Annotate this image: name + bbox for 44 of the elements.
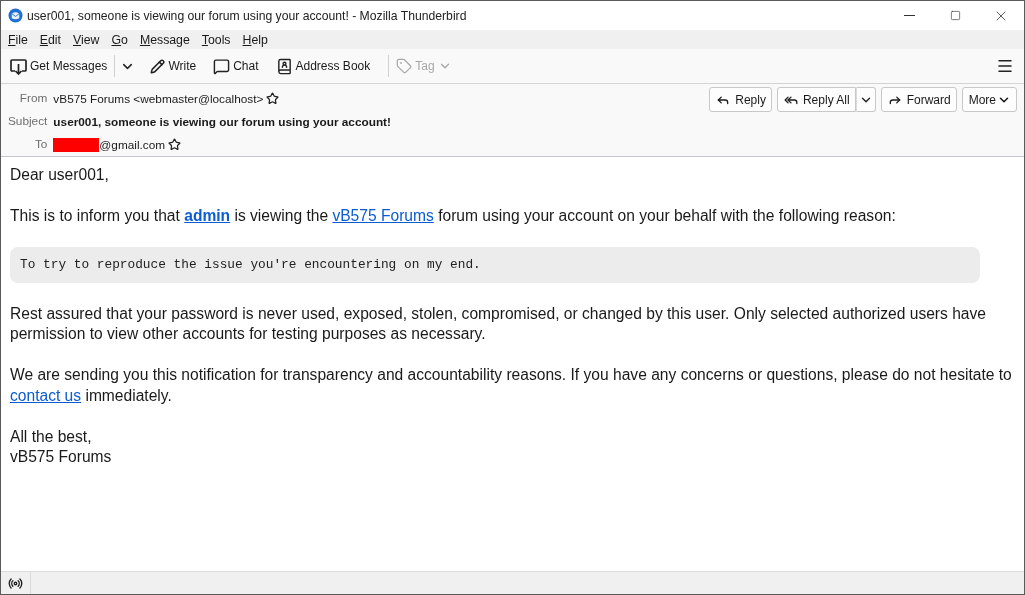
toolbar-button[interactable]: Address Book xyxy=(272,53,374,79)
menu-item[interactable]: Help xyxy=(242,32,268,47)
star-icon[interactable] xyxy=(168,138,182,151)
subject-text: user001, someone is viewing our forum using your account! xyxy=(53,114,391,129)
menu-item[interactable]: Message xyxy=(139,32,190,47)
menu-icon xyxy=(996,57,1014,75)
maximize-icon xyxy=(949,10,961,21)
dropdown-button[interactable] xyxy=(855,87,876,112)
toolbar-button[interactable]: Write xyxy=(147,53,200,79)
header-button[interactable]: Forward xyxy=(880,87,957,112)
link[interactable]: contact us xyxy=(10,386,82,404)
toolbar-button[interactable]: Get Messages xyxy=(7,53,111,79)
quoted-reason: To try to reproduce the issue you're encountering on my end. xyxy=(10,247,980,283)
download-icon xyxy=(10,57,27,75)
body-paragraph: Rest assured that your password is never used, exposed, stolen, compromised, or changed by this user. Only selected authorized users have permission to view other accounts for testing purposes as necessary. xyxy=(10,303,987,344)
body-paragraph: Dear user001, xyxy=(10,165,110,185)
menu-item[interactable]: View xyxy=(73,32,100,47)
field-label: To xyxy=(33,136,48,153)
header-button[interactable]: More xyxy=(961,87,1017,112)
address-text: vB575 Forums <webmaster@localhost> xyxy=(53,91,264,106)
tag-icon xyxy=(396,58,413,74)
link[interactable]: admin xyxy=(184,207,231,224)
menu-item[interactable]: Edit xyxy=(39,32,62,47)
pencil-icon xyxy=(150,58,166,74)
closing-text: All the best, xyxy=(10,426,93,447)
signature-name: vB575 Forums xyxy=(10,447,113,467)
toolbar-button[interactable]: Chat xyxy=(210,53,262,79)
window-title: user001, someone is viewing our forum using your account! - Mozilla Thunderbird xyxy=(27,8,468,23)
menu-item[interactable]: File xyxy=(8,32,28,47)
address-book-icon xyxy=(275,57,293,75)
field-label: From xyxy=(18,90,48,107)
link[interactable]: vB575 Forums xyxy=(332,207,434,224)
menu-item[interactable]: Tools xyxy=(201,32,231,47)
star-icon[interactable] xyxy=(266,92,280,105)
minimize-icon xyxy=(903,15,915,16)
chat-bubble-icon xyxy=(213,57,231,75)
header-button[interactable]: Reply xyxy=(709,87,772,112)
body-paragraph: We are sending you this notification for transparency and accountability reasons. If you have any concerns or questions, please do not hesitate to contact us immediately. xyxy=(10,365,1013,406)
field-label: Subject xyxy=(8,113,48,130)
address-text: @gmail.com xyxy=(99,137,166,152)
body-paragraph: This is to inform you that admin is viewing the vB575 Forums forum using your account on your behalf with the following reason: xyxy=(10,206,897,226)
app-logo-icon xyxy=(8,8,23,23)
header-button[interactable]: Reply All xyxy=(776,87,856,112)
menu-item[interactable]: Go xyxy=(111,32,128,47)
